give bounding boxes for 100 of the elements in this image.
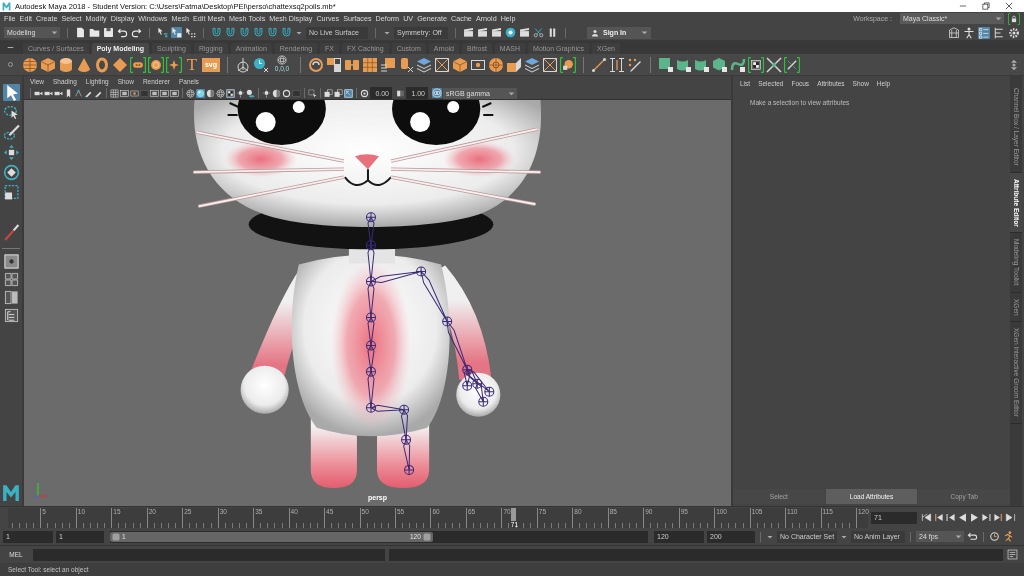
next-key-icon[interactable]: [993, 512, 1004, 523]
vertex-nodes-icon[interactable]: [74, 88, 83, 98]
grid-icon[interactable]: [362, 56, 378, 73]
clapperboard-icon[interactable]: [463, 27, 474, 38]
key-clock-icon[interactable]: [989, 531, 1000, 542]
frame-icon[interactable]: [170, 88, 179, 98]
undo-icon[interactable]: [117, 27, 128, 38]
cube-icon[interactable]: [452, 56, 468, 73]
sphere-icon[interactable]: [22, 56, 38, 73]
slider-handle-icon[interactable]: [112, 532, 120, 541]
frame-icon[interactable]: [160, 88, 169, 98]
squares-icon[interactable]: [326, 56, 342, 73]
color-circles-icon[interactable]: [432, 88, 442, 98]
previous-key-icon[interactable]: [933, 512, 944, 523]
cube-corner-icon[interactable]: [506, 56, 522, 73]
wireframe-sphere-icon[interactable]: [186, 88, 195, 98]
skip-start-icon[interactable]: [921, 512, 932, 523]
lasso-icon[interactable]: [2, 104, 20, 121]
cone-icon[interactable]: [76, 56, 92, 73]
pencil-icon[interactable]: [627, 56, 643, 73]
checker-icon[interactable]: [748, 56, 764, 73]
magnet-icon[interactable]: [225, 27, 236, 38]
star-icon[interactable]: [166, 56, 182, 73]
diamond-icon[interactable]: [112, 56, 128, 73]
select-frame-icon[interactable]: [308, 88, 317, 98]
frame-icon[interactable]: [150, 88, 159, 98]
magnet-icon[interactable]: [267, 27, 278, 38]
column-icon[interactable]: [398, 56, 414, 73]
frame-icon[interactable]: [120, 88, 129, 98]
light-icon[interactable]: [262, 88, 271, 98]
magnet-icon[interactable]: [253, 27, 264, 38]
arrow-component-icon[interactable]: [185, 27, 196, 38]
light-icon[interactable]: [236, 88, 245, 98]
bookmark-icon[interactable]: [64, 88, 73, 98]
square-sheet-icon[interactable]: [658, 56, 674, 73]
cube-icon[interactable]: [712, 56, 728, 73]
curve-icon[interactable]: [730, 56, 746, 73]
wireframe-sphere-icon[interactable]: [216, 88, 225, 98]
render-sphere-icon[interactable]: [505, 27, 516, 38]
cylinder-icon[interactable]: [58, 56, 74, 73]
new-page-icon[interactable]: [75, 27, 86, 38]
clapperboard-icon[interactable]: [519, 27, 530, 38]
runner-icon[interactable]: [1003, 531, 1014, 542]
two-pane-icon[interactable]: [3, 290, 19, 305]
clapperboard-icon[interactable]: [491, 27, 502, 38]
single-pane-icon[interactable]: [3, 254, 19, 269]
rotate-icon[interactable]: [2, 164, 20, 181]
pause-icon[interactable]: [547, 27, 558, 38]
pen-line-icon[interactable]: [591, 56, 607, 73]
magnet-icon[interactable]: [211, 27, 222, 38]
settings-icon[interactable]: [1008, 26, 1020, 39]
step-forward-icon[interactable]: [981, 512, 992, 523]
skip-end-icon[interactable]: [1005, 512, 1016, 523]
blade-icon[interactable]: [784, 56, 800, 73]
play-icon[interactable]: [969, 512, 980, 523]
layers-icon[interactable]: [524, 56, 540, 73]
tiles-icon[interactable]: [380, 56, 396, 73]
clapperboard-icon[interactable]: [477, 27, 488, 38]
overlapping-squares-icon[interactable]: [334, 88, 343, 98]
ring-icon[interactable]: [282, 88, 291, 98]
checker-icon[interactable]: [226, 88, 235, 98]
arrow-object-icon[interactable]: [171, 27, 182, 38]
torus-icon[interactable]: [94, 56, 110, 73]
scissors-icon[interactable]: [533, 27, 544, 38]
wheel-icon[interactable]: [488, 56, 504, 73]
close-icon[interactable]: [1004, 1, 1014, 11]
shelf-options-icon[interactable]: [5, 60, 15, 69]
folder-icon[interactable]: [89, 27, 100, 38]
command-input-field[interactable]: [33, 548, 385, 561]
lock-icon[interactable]: [1008, 12, 1020, 25]
ring-icon[interactable]: [308, 56, 324, 73]
ball-grid-icon[interactable]: [560, 56, 576, 73]
crate-icon[interactable]: [948, 26, 960, 39]
half-shaded-sphere-icon[interactable]: [206, 88, 215, 98]
clock-icon[interactable]: [253, 56, 269, 73]
capsule-icon[interactable]: [130, 56, 146, 73]
brush-select-icon[interactable]: [2, 124, 20, 141]
cross-icon[interactable]: [766, 56, 782, 73]
play-backward-icon[interactable]: [957, 512, 968, 523]
magnet-icon[interactable]: [239, 27, 250, 38]
exposure-icon[interactable]: [360, 88, 369, 98]
layers-icon[interactable]: [416, 56, 432, 73]
tripod-icon[interactable]: [235, 56, 251, 73]
shadow-icon[interactable]: [246, 88, 255, 98]
orb-icon[interactable]: [148, 56, 164, 73]
step-back-icon[interactable]: [945, 512, 956, 523]
slider-handle-icon[interactable]: [422, 532, 431, 541]
outliner-list-icon[interactable]: [3, 308, 19, 323]
cursor-frame-icon[interactable]: [344, 88, 353, 98]
dot-frame-icon[interactable]: [130, 88, 139, 98]
crossed-box-icon[interactable]: [542, 56, 558, 73]
paint-brush-icon[interactable]: [2, 224, 20, 241]
shelf-scroll-icon[interactable]: [1008, 58, 1020, 71]
loop-icon[interactable]: [967, 531, 978, 542]
shaded-sphere-icon[interactable]: [196, 88, 205, 98]
gamma-icon[interactable]: [396, 88, 405, 98]
crossed-box-icon[interactable]: [434, 56, 450, 73]
half-shaded-sphere-icon[interactable]: [272, 88, 281, 98]
redo-icon[interactable]: [131, 27, 142, 38]
magnet-icon[interactable]: [281, 27, 292, 38]
